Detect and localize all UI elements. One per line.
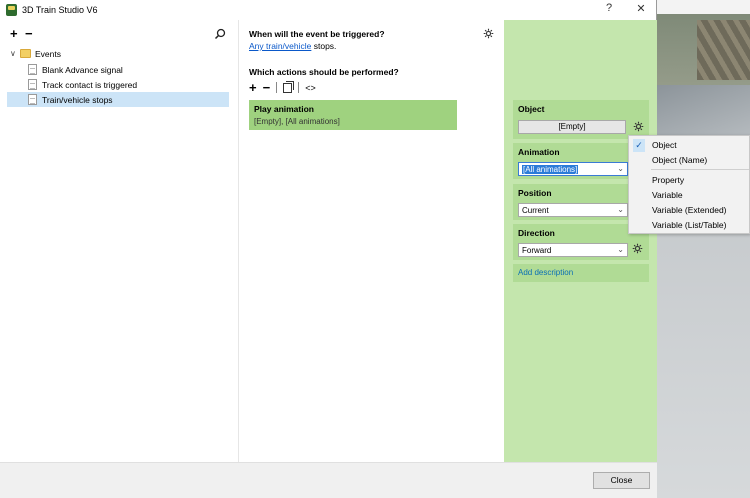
- dialog-footer: Close: [0, 462, 657, 498]
- action-subtitle: [Empty], [All animations]: [254, 117, 340, 126]
- property-label: Position: [518, 188, 552, 198]
- chevron-down-icon[interactable]: ∨: [10, 49, 20, 58]
- direction-select[interactable]: Forward ⌄: [518, 243, 628, 257]
- code-view-button[interactable]: <>: [305, 83, 316, 93]
- menu-item-variable-extended[interactable]: Variable (Extended): [652, 205, 727, 215]
- check-icon: ✓: [633, 139, 645, 152]
- menu-item-object-name[interactable]: Object (Name): [652, 155, 707, 165]
- menu-item-object[interactable]: Object: [652, 140, 677, 150]
- tree-folder-label: Events: [35, 48, 61, 59]
- document-icon: [28, 94, 37, 105]
- copy-icon[interactable]: [283, 80, 295, 93]
- chevron-down-icon: ⌄: [617, 245, 624, 254]
- tree-item-train-vehicle-stops[interactable]: Train/vehicle stops: [7, 92, 229, 107]
- position-select[interactable]: Current ⌄: [518, 203, 628, 217]
- object-value-button[interactable]: [Empty]: [518, 120, 626, 134]
- remove-action-button[interactable]: −: [263, 81, 271, 94]
- add-description-link[interactable]: Add description: [513, 264, 649, 282]
- action-properties-panel: Object [Empty] Animation [All animations…: [504, 20, 657, 462]
- chevron-down-icon: ⌄: [617, 164, 624, 173]
- search-icon[interactable]: [214, 28, 226, 40]
- menu-item-property[interactable]: Property: [652, 175, 684, 185]
- select-value: [All animations]: [522, 164, 579, 174]
- property-label: Direction: [518, 228, 555, 238]
- remove-event-button[interactable]: −: [25, 27, 33, 40]
- actions-question: Which actions should be performed?: [249, 67, 399, 77]
- close-button[interactable]: Close: [593, 472, 650, 489]
- property-label: Object: [518, 104, 545, 114]
- app-train-icon: [6, 4, 17, 16]
- background-3d-viewport: [657, 0, 750, 498]
- menu-item-variable[interactable]: Variable: [652, 190, 683, 200]
- direction-gear-icon[interactable]: [632, 243, 643, 254]
- event-editor-panel: When will the event be triggered? Any tr…: [240, 20, 504, 462]
- close-window-button[interactable]: ✕: [633, 2, 649, 15]
- title-bar: 3D Train Studio V6 ? ✕: [0, 0, 657, 20]
- tree-folder-events[interactable]: ∨ Events: [10, 46, 61, 61]
- select-value: Current: [522, 205, 549, 215]
- add-event-button[interactable]: +: [10, 27, 18, 40]
- viewport-stone-wall: [697, 20, 750, 80]
- event-dialog: 3D Train Studio V6 ? ✕ + − ∨ Events Blan…: [0, 0, 657, 498]
- tree-item-label: Blank Advance signal: [42, 64, 123, 75]
- action-title: Play animation: [254, 104, 314, 114]
- event-tree-panel: + − ∨ Events Blank Advance signal Track …: [0, 20, 239, 462]
- folder-icon: [20, 49, 31, 58]
- trigger-question: When will the event be triggered?: [249, 29, 385, 39]
- animation-select[interactable]: [All animations] ⌄: [518, 162, 628, 176]
- select-value: Forward: [522, 245, 552, 255]
- toolbar-divider: [276, 82, 278, 93]
- object-source-menu: ✓ Object Object (Name) Property Variable…: [628, 135, 750, 234]
- tree-item-label: Train/vehicle stops: [42, 94, 113, 105]
- property-object: Object [Empty]: [513, 100, 649, 139]
- actions-toolbar: + − <>: [249, 80, 316, 94]
- window-title: 3D Train Studio V6: [22, 5, 98, 15]
- trigger-sentence: Any train/vehicle stops.: [249, 41, 336, 51]
- object-gear-icon[interactable]: [633, 121, 644, 132]
- menu-item-variable-list-table[interactable]: Variable (List/Table): [652, 220, 727, 230]
- tree-item-label: Track contact is triggered: [42, 79, 138, 90]
- document-icon: [28, 79, 37, 90]
- document-icon: [28, 64, 37, 75]
- help-button[interactable]: ?: [601, 2, 617, 14]
- trigger-suffix: stops.: [311, 41, 337, 51]
- add-action-button[interactable]: +: [249, 81, 257, 94]
- trigger-vehicle-link[interactable]: Any train/vehicle: [249, 41, 311, 51]
- toolbar-divider: [298, 82, 300, 93]
- action-card-play-animation[interactable]: Play animation [Empty], [All animations]: [249, 100, 457, 130]
- viewport-top-bar: [657, 0, 750, 14]
- gear-icon[interactable]: [483, 28, 494, 39]
- tree-item-track-contact[interactable]: Track contact is triggered: [28, 77, 228, 92]
- chevron-down-icon: ⌄: [617, 205, 624, 214]
- tree-item-blank-advance-signal[interactable]: Blank Advance signal: [28, 62, 228, 77]
- menu-divider: [651, 169, 749, 170]
- property-label: Animation: [518, 147, 560, 157]
